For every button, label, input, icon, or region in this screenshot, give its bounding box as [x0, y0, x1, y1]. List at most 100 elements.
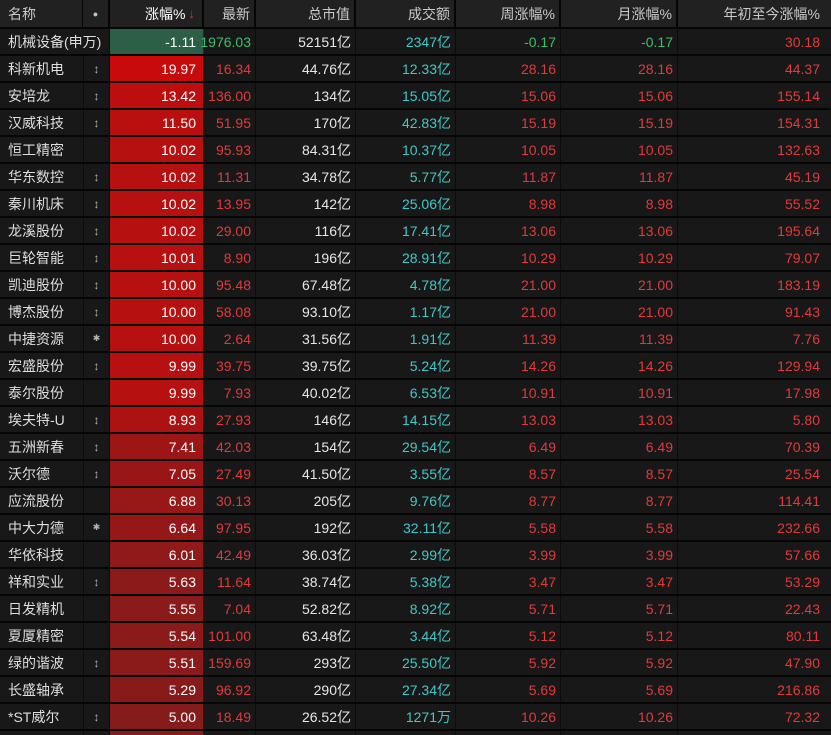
empty-cell [678, 731, 831, 735]
week-change: 8.57 [456, 461, 561, 486]
turnover: 1.91亿 [356, 326, 456, 351]
table-header: 名称 ● 涨幅% ↓ 最新 总市值 成交额 周涨幅% 月涨幅% 年初至今涨幅% [0, 0, 831, 29]
empty-cell [356, 731, 456, 735]
stock-row[interactable]: 长盛轴承5.2996.92290亿27.34亿5.695.69216.86 [0, 677, 831, 704]
header-latest-label: 最新 [222, 4, 250, 24]
empty-cell [204, 731, 256, 735]
stock-name: 祥和实业 [0, 572, 83, 592]
header-name-column[interactable]: 名称 ● [0, 0, 110, 27]
stock-name: 绿的谐波 [0, 653, 83, 673]
change-bar: 7.05 [110, 461, 204, 486]
change-bar: 5.00 [110, 704, 204, 729]
stock-row[interactable]: 安培龙↕13.42136.00134亿15.05亿15.0615.06155.1… [0, 83, 831, 110]
change-bar: 9.99 [110, 380, 204, 405]
latest-price: 96.92 [204, 677, 256, 702]
ytd-change: 91.43 [678, 299, 831, 324]
name-cell: 夏厦精密 [0, 623, 110, 648]
stock-row[interactable]: 博杰股份↕10.0058.0893.10亿1.17亿21.0021.0091.4… [0, 299, 831, 326]
empty-cell [256, 731, 356, 735]
stock-row[interactable]: 宏盛股份↕9.9939.7539.75亿5.24亿14.2614.26129.9… [0, 353, 831, 380]
market-cap: 134亿 [256, 83, 356, 108]
stock-name: 安培龙 [0, 86, 83, 106]
flag-dot-icon[interactable]: ● [82, 0, 108, 27]
stock-row[interactable]: 沃尔德↕7.0527.4941.50亿3.55亿8.578.5725.54 [0, 461, 831, 488]
header-latest-column[interactable]: 最新 [204, 0, 256, 27]
month-change: 8.77 [561, 488, 678, 513]
stock-row[interactable]: 祥和实业↕5.6311.6438.74亿5.38亿3.473.4753.29 [0, 569, 831, 596]
stock-row[interactable]: 日发精机5.557.0452.82亿8.92亿5.715.7122.43 [0, 596, 831, 623]
index-row[interactable]: 机械设备(申万)-1.111976.0352151亿2347亿-0.17-0.1… [0, 29, 831, 56]
stock-row[interactable]: 华依科技6.0142.4936.03亿2.99亿3.993.9957.66 [0, 542, 831, 569]
ytd-change: 25.54 [678, 461, 831, 486]
header-month-column[interactable]: 月涨幅% [561, 0, 678, 27]
flag-placeholder [83, 137, 109, 162]
week-change: 8.77 [456, 488, 561, 513]
ytd-change: 216.86 [678, 677, 831, 702]
ytd-change: 129.94 [678, 353, 831, 378]
header-mktcap-column[interactable]: 总市值 [256, 0, 356, 27]
stock-row[interactable]: 绿的谐波↕5.51159.69293亿25.50亿5.925.9247.90 [0, 650, 831, 677]
market-cap: 170亿 [256, 110, 356, 135]
stock-row[interactable]: 科新机电↕19.9716.3444.76亿12.33亿28.1628.1644.… [0, 56, 831, 83]
ytd-change: 72.32 [678, 704, 831, 729]
name-cell: 泰尔股份 [0, 380, 110, 405]
header-change-column[interactable]: 涨幅% ↓ [110, 0, 204, 27]
header-ytd-column[interactable]: 年初至今涨幅% [678, 0, 831, 27]
ytd-change: 70.39 [678, 434, 831, 459]
market-cap: 40.02亿 [256, 380, 356, 405]
month-change: 3.47 [561, 569, 678, 594]
turnover: 25.06亿 [356, 191, 456, 216]
month-change: 13.03 [561, 407, 678, 432]
stock-row[interactable]: 巨轮智能↕10.018.90196亿28.91亿10.2910.2979.07 [0, 245, 831, 272]
header-ytd-label: 年初至今涨幅% [724, 4, 820, 24]
week-change: 10.91 [456, 380, 561, 405]
stock-row[interactable]: 夏厦精密5.54101.0063.48亿3.44亿5.125.1280.11 [0, 623, 831, 650]
stock-row[interactable]: 秦川机床↕10.0213.95142亿25.06亿8.988.9855.52 [0, 191, 831, 218]
stock-row[interactable]: 应流股份6.8830.13205亿9.76亿8.778.77114.41 [0, 488, 831, 515]
ytd-change: 30.18 [678, 29, 831, 54]
stock-row[interactable]: 泰尔股份9.997.9340.02亿6.53亿10.9110.9117.98 [0, 380, 831, 407]
stock-row[interactable]: 恒工精密10.0295.9384.31亿10.37亿10.0510.05132.… [0, 137, 831, 164]
ytd-change: 154.31 [678, 110, 831, 135]
header-month-label: 月涨幅% [618, 4, 672, 24]
ytd-change: 57.66 [678, 542, 831, 567]
week-change: 10.29 [456, 245, 561, 270]
latest-price: 11.64 [204, 569, 256, 594]
flag-placeholder [83, 380, 109, 405]
stock-row[interactable]: 凯迪股份↕10.0095.4867.48亿4.78亿21.0021.00183.… [0, 272, 831, 299]
market-cap: 34.78亿 [256, 164, 356, 189]
stock-row[interactable]: 五洲新春↕7.4142.03154亿29.54亿6.496.4970.39 [0, 434, 831, 461]
flag-placeholder [83, 542, 109, 567]
marker-star-icon: ✱ [83, 515, 109, 540]
market-cap: 41.50亿 [256, 461, 356, 486]
stock-row[interactable]: *ST威尔↕5.0018.4926.52亿1271万10.2610.2672.3… [0, 704, 831, 731]
latest-price: 27.93 [204, 407, 256, 432]
header-turnover-column[interactable]: 成交额 [356, 0, 456, 27]
market-cap: 84.31亿 [256, 137, 356, 162]
stock-row[interactable]: 中捷资源✱10.002.6431.56亿1.91亿11.3911.397.76 [0, 326, 831, 353]
stock-row[interactable]: 龙溪股份↕10.0229.00116亿17.41亿13.0613.06195.6… [0, 218, 831, 245]
stock-row[interactable]: 埃夫特-U↕8.9327.93146亿14.15亿13.0313.035.80 [0, 407, 831, 434]
header-turnover-label: 成交额 [408, 4, 450, 24]
market-cap: 154亿 [256, 434, 356, 459]
name-cell: 华东数控↕ [0, 164, 110, 189]
change-bar: 9.99 [110, 353, 204, 378]
week-change: 5.92 [456, 650, 561, 675]
stock-row[interactable]: 中大力德✱6.6497.95192亿32.11亿5.585.58232.66 [0, 515, 831, 542]
change-bar [110, 731, 204, 735]
latest-price: 95.93 [204, 137, 256, 162]
partial-row[interactable] [0, 731, 831, 735]
market-cap: 36.03亿 [256, 542, 356, 567]
latest-price: 27.49 [204, 461, 256, 486]
name-cell: 恒工精密 [0, 137, 110, 162]
change-bar: 5.51 [110, 650, 204, 675]
ytd-change: 55.52 [678, 191, 831, 216]
stock-name: 日发精机 [0, 599, 83, 619]
month-change: 10.91 [561, 380, 678, 405]
header-week-column[interactable]: 周涨幅% [456, 0, 561, 27]
week-change: 5.58 [456, 515, 561, 540]
stock-row[interactable]: 华东数控↕10.0211.3134.78亿5.77亿11.8711.8745.1… [0, 164, 831, 191]
latest-price: 95.48 [204, 272, 256, 297]
marker-star-icon: ✱ [83, 326, 109, 351]
stock-row[interactable]: 汉威科技↕11.5051.95170亿42.83亿15.1915.19154.3… [0, 110, 831, 137]
